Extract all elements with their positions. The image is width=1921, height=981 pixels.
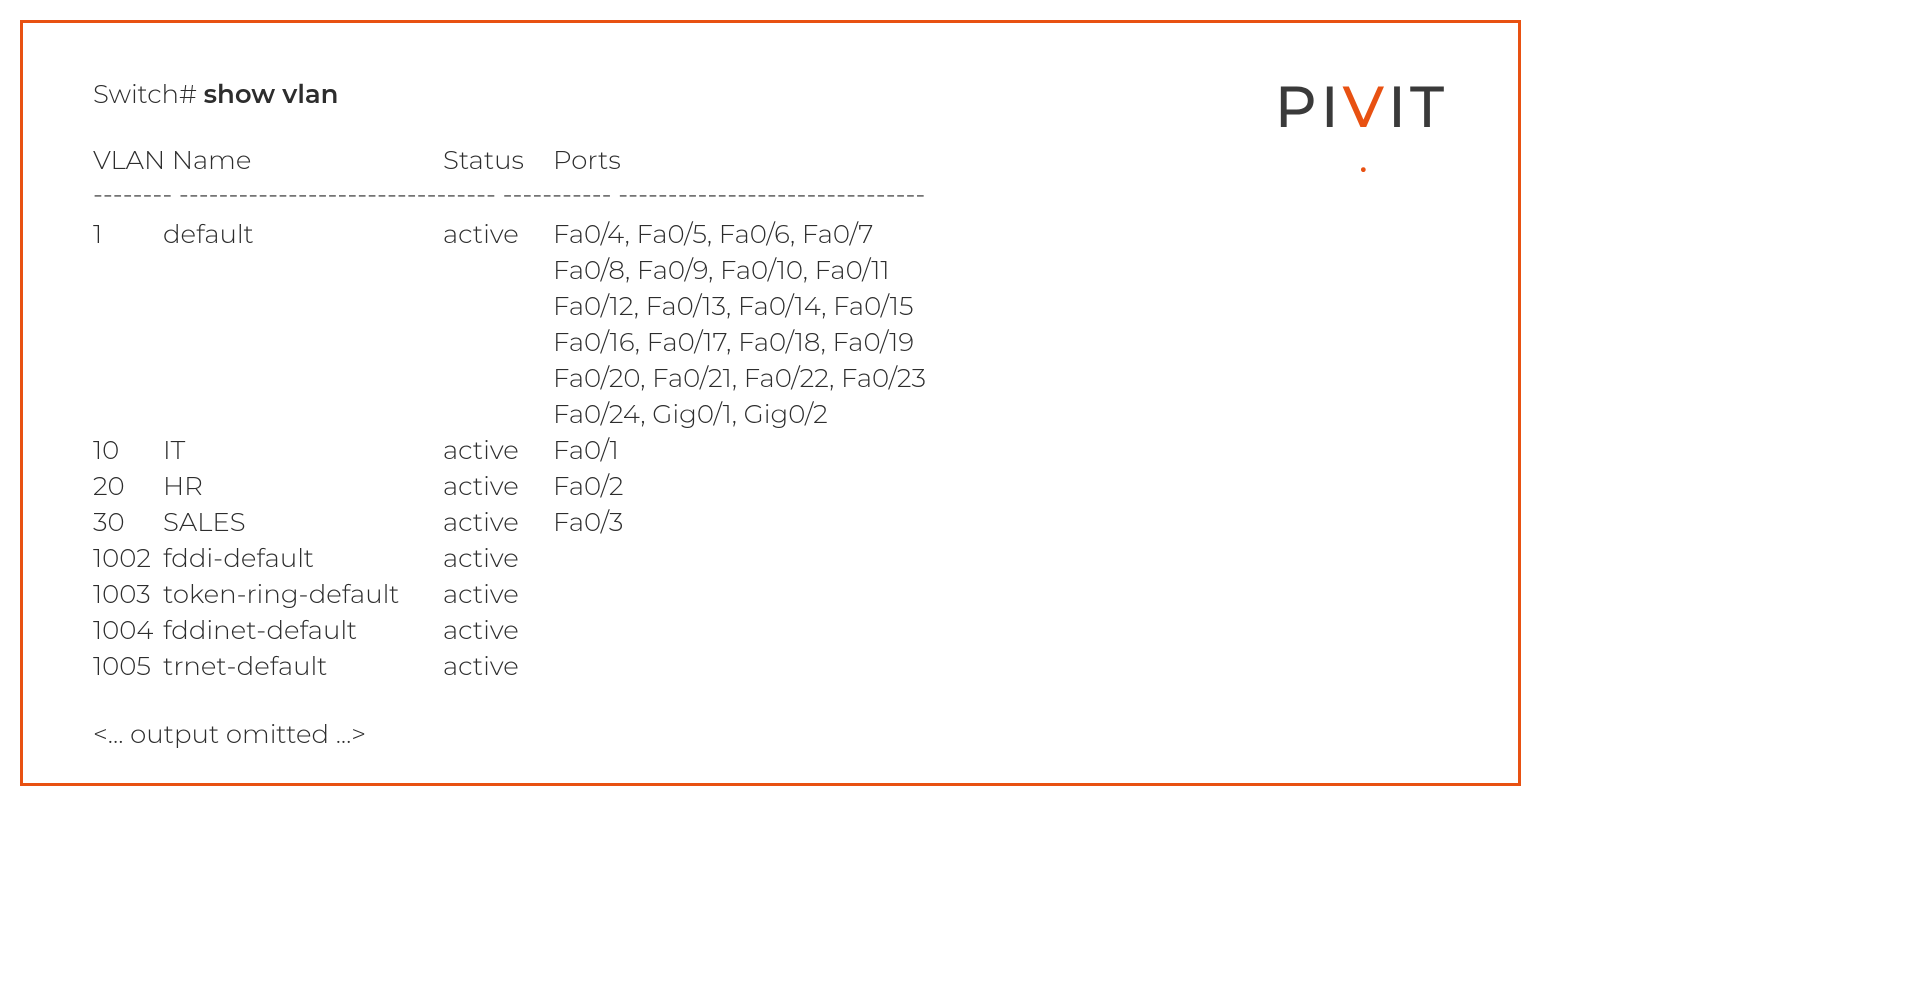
logo-p: P — [1275, 71, 1321, 142]
table-row: 1002fddi-defaultactive — [93, 540, 1448, 576]
logo-v: V • — [1343, 71, 1388, 142]
header-status: Status — [443, 144, 553, 176]
table-row: 1defaultactiveFa0/4, Fa0/5, Fa0/6, Fa0/7 — [93, 216, 1448, 252]
vlan-name: default — [163, 216, 443, 252]
vlan-id: 1004 — [93, 612, 163, 648]
table-row-continuation: Fa0/12, Fa0/13, Fa0/14, Fa0/15 — [93, 288, 1448, 324]
table-row: 1003token-ring-defaultactive — [93, 576, 1448, 612]
vlan-status: active — [443, 648, 553, 684]
output-omitted-text: <... output omitted ...> — [93, 718, 1448, 750]
vlan-ports-continuation: Fa0/20, Fa0/21, Fa0/22, Fa0/23 — [553, 360, 1448, 396]
vlan-name: trnet-default — [163, 648, 443, 684]
vlan-status: active — [443, 216, 553, 252]
table-row: 10ITactiveFa0/1 — [93, 432, 1448, 468]
cli-prompt-prefix: Switch# — [93, 78, 204, 110]
vlan-ports-continuation: Fa0/12, Fa0/13, Fa0/14, Fa0/15 — [553, 288, 1448, 324]
vlan-id: 1 — [93, 216, 163, 252]
table-row-continuation: Fa0/8, Fa0/9, Fa0/10, Fa0/11 — [93, 252, 1448, 288]
vlan-id: 1003 — [93, 576, 163, 612]
table-row-continuation: Fa0/20, Fa0/21, Fa0/22, Fa0/23 — [93, 360, 1448, 396]
table-row: 1005trnet-defaultactive — [93, 648, 1448, 684]
vlan-name: IT — [163, 432, 443, 468]
vlan-status: active — [443, 540, 553, 576]
vlan-table-header: VLAN Name Status Ports — [93, 144, 1448, 176]
logo-i2: I — [1388, 71, 1410, 142]
vlan-id: 20 — [93, 468, 163, 504]
table-row-continuation: Fa0/24, Gig0/1, Gig0/2 — [93, 396, 1448, 432]
logo-i1: I — [1321, 71, 1343, 142]
vlan-status: active — [443, 468, 553, 504]
vlan-status: active — [443, 612, 553, 648]
header-ports: Ports — [553, 144, 621, 176]
vlan-ports-continuation: Fa0/16, Fa0/17, Fa0/18, Fa0/19 — [553, 324, 1448, 360]
vlan-ports-continuation: Fa0/8, Fa0/9, Fa0/10, Fa0/11 — [553, 252, 1448, 288]
vlan-name: token-ring-default — [163, 576, 443, 612]
vlan-status: active — [443, 432, 553, 468]
separator-line: -------- -------------------------------… — [93, 178, 1448, 210]
vlan-name: fddinet-default — [163, 612, 443, 648]
terminal-frame: P I V • I T Switch# show vlan VLAN Name … — [20, 20, 1521, 786]
vlan-ports-continuation: Fa0/24, Gig0/1, Gig0/2 — [553, 396, 1448, 432]
vlan-name: HR — [163, 468, 443, 504]
vlan-id: 1002 — [93, 540, 163, 576]
pivit-logo: P I V • I T — [1275, 71, 1448, 131]
vlan-id: 10 — [93, 432, 163, 468]
table-row: 30SALESactiveFa0/3 — [93, 504, 1448, 540]
table-row: 20HRactiveFa0/2 — [93, 468, 1448, 504]
vlan-table-body: 1defaultactiveFa0/4, Fa0/5, Fa0/6, Fa0/7… — [93, 216, 1448, 684]
logo-t: T — [1410, 71, 1448, 142]
vlan-ports: Fa0/4, Fa0/5, Fa0/6, Fa0/7 — [553, 216, 1448, 252]
vlan-ports: Fa0/3 — [553, 504, 1448, 540]
vlan-name: fddi-default — [163, 540, 443, 576]
vlan-id: 30 — [93, 504, 163, 540]
vlan-ports: Fa0/2 — [553, 468, 1448, 504]
table-row: 1004fddinet-defaultactive — [93, 612, 1448, 648]
header-vlan-name: VLAN Name — [93, 144, 443, 176]
vlan-status: active — [443, 504, 553, 540]
cli-command: show vlan — [204, 78, 339, 110]
vlan-name: SALES — [163, 504, 443, 540]
vlan-status: active — [443, 576, 553, 612]
cli-prompt-line: Switch# show vlan — [93, 78, 1448, 110]
table-row-continuation: Fa0/16, Fa0/17, Fa0/18, Fa0/19 — [93, 324, 1448, 360]
vlan-ports: Fa0/1 — [553, 432, 1448, 468]
vlan-id: 1005 — [93, 648, 163, 684]
